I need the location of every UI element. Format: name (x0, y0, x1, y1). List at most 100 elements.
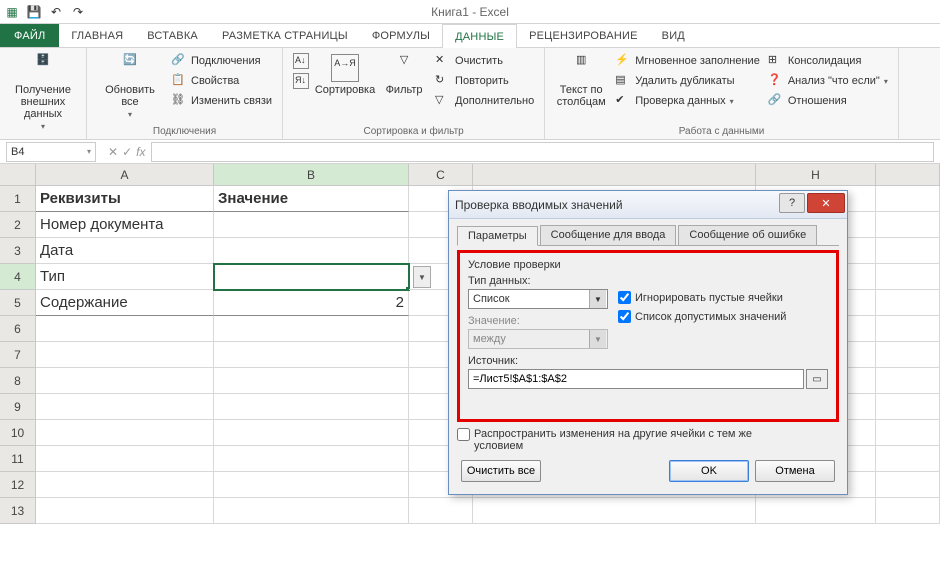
cell-A4[interactable]: Тип (36, 264, 214, 290)
save-icon[interactable]: 💾 (26, 4, 42, 20)
name-box[interactable]: B4 (6, 142, 96, 162)
cell[interactable] (214, 472, 409, 498)
sort-button[interactable]: А→Я Сортировка (315, 52, 375, 98)
range-picker-button[interactable]: ▭ (806, 369, 828, 389)
cell-B2[interactable] (214, 212, 409, 238)
cell[interactable] (36, 446, 214, 472)
row-header-8[interactable]: 8 (0, 368, 36, 394)
cell-B1[interactable]: Значение (214, 186, 409, 212)
redo-icon[interactable]: ↷ (70, 4, 86, 20)
remove-duplicates-button[interactable]: ▤Удалить дубликаты (613, 72, 762, 90)
enter-formula-icon[interactable]: ✓ (122, 145, 132, 159)
row-header-9[interactable]: 9 (0, 394, 36, 420)
col-header-B[interactable]: B (214, 164, 409, 186)
tab-insert[interactable]: ВСТАВКА (135, 24, 210, 47)
cell[interactable] (876, 498, 940, 524)
properties-button[interactable]: 📋Свойства (169, 72, 274, 90)
ok-button[interactable]: OK (669, 460, 749, 482)
flash-fill-button[interactable]: ⚡Мгновенное заполнение (613, 52, 762, 70)
cell[interactable] (36, 368, 214, 394)
col-header-C[interactable]: C (409, 164, 473, 186)
what-if-button[interactable]: ❓Анализ "что если" (766, 72, 890, 90)
tab-page-layout[interactable]: РАЗМЕТКА СТРАНИЦЫ (210, 24, 360, 47)
cell-A2[interactable]: Номер документа (36, 212, 214, 238)
cell-A5[interactable]: Содержание (36, 290, 214, 316)
dialog-help-button[interactable]: ? (779, 193, 805, 213)
dialog-titlebar[interactable]: Проверка вводимых значений ? ✕ (449, 191, 847, 219)
reapply-button[interactable]: ↻Повторить (433, 72, 536, 90)
dropdown-input[interactable] (618, 310, 631, 323)
apply-changes-checkbox[interactable]: Распространить изменения на другие ячейк… (457, 428, 839, 452)
cell[interactable] (36, 342, 214, 368)
formula-input[interactable] (151, 142, 934, 162)
cell[interactable] (876, 290, 940, 316)
row-header-13[interactable]: 13 (0, 498, 36, 524)
clear-filter-button[interactable]: ✕Очистить (433, 52, 536, 70)
row-header-12[interactable]: 12 (0, 472, 36, 498)
source-input[interactable] (468, 369, 804, 389)
row-header-7[interactable]: 7 (0, 342, 36, 368)
row-header-5[interactable]: 5 (0, 290, 36, 316)
row-header-10[interactable]: 10 (0, 420, 36, 446)
cancel-formula-icon[interactable]: ✕ (108, 145, 118, 159)
sort-az-button[interactable]: А↓ (291, 52, 311, 70)
cell[interactable] (756, 498, 876, 524)
select-all-corner[interactable] (0, 164, 36, 186)
cell-A3[interactable]: Дата (36, 238, 214, 264)
undo-icon[interactable]: ↶ (48, 4, 64, 20)
ignore-blank-input[interactable] (618, 291, 631, 304)
col-header-rest[interactable] (473, 164, 756, 186)
cell[interactable] (409, 498, 473, 524)
cell[interactable] (876, 264, 940, 290)
cell[interactable] (473, 498, 756, 524)
in-cell-dropdown-checkbox[interactable]: Список допустимых значений (618, 310, 786, 323)
data-validation-dropdown-button[interactable]: ▼ (413, 266, 431, 288)
cell[interactable] (876, 368, 940, 394)
sort-za-button[interactable]: Я↓ (291, 72, 311, 90)
dialog-tab-error-alert[interactable]: Сообщение об ошибке (678, 225, 817, 245)
tab-view[interactable]: ВИД (650, 24, 697, 47)
cell-B4-selected[interactable] (214, 264, 409, 290)
col-header-H[interactable]: H (756, 164, 876, 186)
dialog-tab-parameters[interactable]: Параметры (457, 226, 538, 246)
cell[interactable] (36, 498, 214, 524)
cell[interactable] (876, 238, 940, 264)
cell[interactable] (36, 420, 214, 446)
row-header-4[interactable]: 4 (0, 264, 36, 290)
row-header-6[interactable]: 6 (0, 316, 36, 342)
tab-review[interactable]: РЕЦЕНЗИРОВАНИЕ (517, 24, 650, 47)
cell[interactable] (214, 368, 409, 394)
cell[interactable] (876, 186, 940, 212)
cell[interactable] (876, 212, 940, 238)
relationships-button[interactable]: 🔗Отношения (766, 92, 890, 110)
row-header-3[interactable]: 3 (0, 238, 36, 264)
text-to-columns-button[interactable]: ▥ Текст по столбцам (553, 52, 609, 110)
fx-icon[interactable]: fx (136, 145, 145, 159)
cell[interactable] (876, 446, 940, 472)
dialog-close-button[interactable]: ✕ (807, 193, 845, 213)
edit-links-button[interactable]: ⛓Изменить связи (169, 92, 274, 110)
row-header-1[interactable]: 1 (0, 186, 36, 212)
cell[interactable] (36, 316, 214, 342)
tab-file[interactable]: ФАЙЛ (0, 24, 59, 47)
cell[interactable] (214, 394, 409, 420)
row-header-2[interactable]: 2 (0, 212, 36, 238)
ignore-blank-checkbox[interactable]: Игнорировать пустые ячейки (618, 291, 786, 304)
cell-B5[interactable]: 2 (214, 290, 409, 316)
dialog-tab-input-message[interactable]: Сообщение для ввода (540, 225, 677, 245)
tab-data[interactable]: ДАННЫЕ (442, 24, 517, 48)
connections-button[interactable]: 🔗Подключения (169, 52, 274, 70)
cell[interactable] (214, 420, 409, 446)
row-header-11[interactable]: 11 (0, 446, 36, 472)
cell[interactable] (876, 316, 940, 342)
cell[interactable] (214, 342, 409, 368)
col-header-I[interactable] (876, 164, 940, 186)
advanced-filter-button[interactable]: ▽Дополнительно (433, 92, 536, 110)
cell[interactable] (36, 394, 214, 420)
cell[interactable] (214, 498, 409, 524)
get-external-data-button[interactable]: 🗄️ Получение внешних данных (8, 52, 78, 133)
allow-type-select[interactable]: Список (468, 289, 608, 309)
tab-formulas[interactable]: ФОРМУЛЫ (360, 24, 442, 47)
filter-button[interactable]: ▽ Фильтр (379, 52, 429, 98)
tab-home[interactable]: ГЛАВНАЯ (59, 24, 135, 47)
